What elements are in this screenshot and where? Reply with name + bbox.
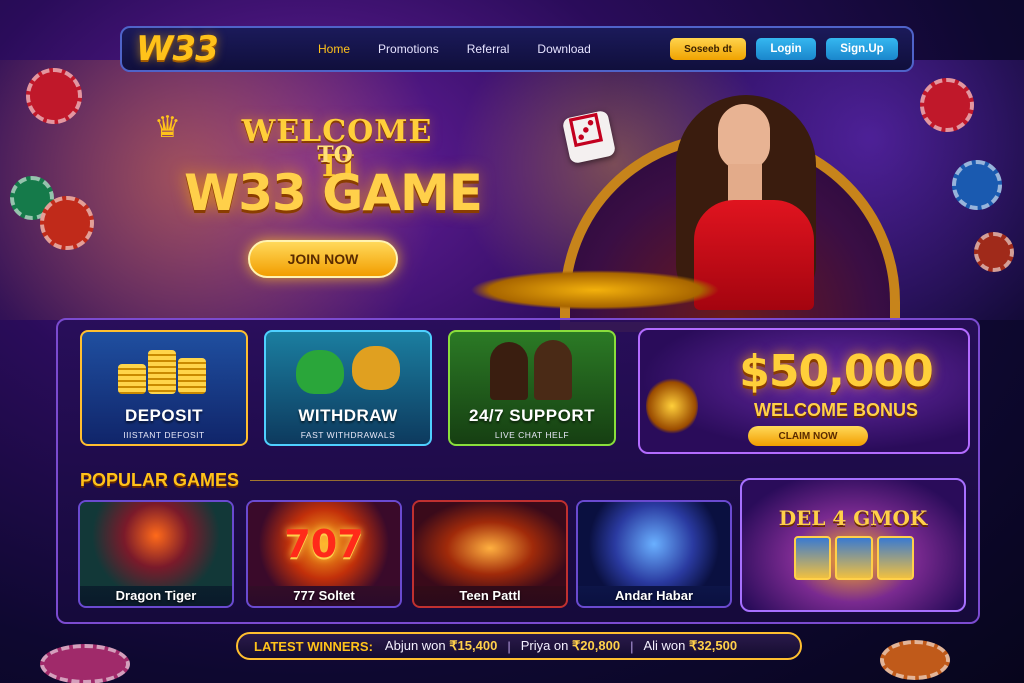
casino-chip-icon bbox=[880, 640, 950, 680]
support-card[interactable]: 24/7 SUPPORT LIVE CHAT HELF bbox=[448, 330, 616, 446]
teen-patti-thumbnail bbox=[414, 502, 566, 586]
join-now-button[interactable]: JOIN NOW bbox=[248, 240, 398, 278]
featured-slot-title: DEL 4 GMOK bbox=[778, 506, 928, 530]
deposit-title: DEPOSIT bbox=[124, 406, 204, 425]
winner-amount: ₹15,400 bbox=[449, 638, 498, 653]
withdraw-title: WITHDRAW bbox=[298, 406, 398, 425]
casino-chip-icon bbox=[952, 160, 1002, 210]
coin-stack-icon bbox=[82, 332, 246, 402]
nav-download-link[interactable]: Download bbox=[537, 42, 590, 56]
top-navbar: W33 Home Promotions Referral Download So… bbox=[120, 26, 914, 72]
winner-entry: Abjun won ₹15,400 bbox=[385, 638, 497, 654]
slot-reel bbox=[835, 536, 873, 580]
bonus-label: WELCOME BONUS bbox=[754, 400, 918, 420]
nav-actions: Soseeb dt Login Sign.Up bbox=[670, 38, 898, 60]
latest-winners-ticker: LATEST WINNERS: Abjun won ₹15,400 | Priy… bbox=[236, 632, 802, 660]
dice-icon bbox=[561, 109, 617, 165]
game-name: Andar Habar bbox=[614, 588, 694, 603]
game-card-teen-patti[interactable]: Teen Pattl bbox=[412, 500, 568, 608]
game-name: Teen Pattl bbox=[459, 588, 521, 603]
winner-text: Priya on bbox=[520, 638, 569, 653]
winner-entry: Priya on ₹20,800 bbox=[521, 638, 620, 654]
withdraw-subtitle: FAST WITHDRAWALS bbox=[300, 430, 396, 440]
game-card-andar-bahar[interactable]: Andar Habar bbox=[576, 500, 732, 608]
welcome-bonus-card[interactable]: $50,000 WELCOME BONUS CLAIM NOW bbox=[638, 328, 970, 454]
deposit-subtitle: IIISTANT DEFOSIT bbox=[123, 430, 205, 440]
winner-amount: ₹20,800 bbox=[572, 638, 621, 653]
money-bag-icon bbox=[266, 332, 430, 402]
withdraw-card[interactable]: WITHDRAW FAST WITHDRAWALS bbox=[264, 330, 432, 446]
casino-chip-icon bbox=[40, 644, 130, 683]
winner-text: Ali won bbox=[643, 638, 686, 653]
main-nav: Home Promotions Referral Download bbox=[318, 42, 619, 56]
support-subtitle: LIVE CHAT HELF bbox=[494, 430, 570, 440]
bonus-amount: $50,000 bbox=[739, 346, 933, 397]
gold-coins-art bbox=[470, 270, 720, 310]
game-card-dragon-tiger[interactable]: Dragon Tiger bbox=[78, 500, 234, 608]
winner-entry: Ali won ₹32,500 bbox=[643, 638, 737, 654]
hero-model-face bbox=[718, 104, 770, 170]
slot-reels bbox=[794, 536, 914, 580]
featured-slot-card[interactable]: DEL 4 GMOK bbox=[740, 478, 966, 612]
casino-chip-icon bbox=[974, 232, 1014, 272]
signup-button[interactable]: Sign.Up bbox=[826, 38, 898, 60]
popular-games-title: POPULAR GAMES bbox=[80, 470, 240, 490]
nav-referral-link[interactable]: Referral bbox=[467, 42, 510, 56]
crown-icon: ♛ bbox=[154, 111, 181, 144]
slot-reel bbox=[794, 536, 832, 580]
hero-game-title: W33 GAME bbox=[184, 164, 483, 222]
slot-reel bbox=[876, 536, 914, 580]
andar-bahar-thumbnail bbox=[578, 502, 730, 586]
casino-chip-icon bbox=[26, 68, 82, 124]
brand-logo[interactable]: W33 bbox=[136, 29, 296, 69]
game-name: Dragon Tiger bbox=[115, 588, 197, 603]
casino-chip-icon bbox=[920, 78, 974, 132]
support-agents-icon bbox=[450, 332, 614, 402]
casino-chip-icon bbox=[40, 196, 94, 250]
ticker-separator: | bbox=[507, 638, 511, 654]
game-card-777[interactable]: 707 777 Soltet bbox=[246, 500, 402, 608]
slot-777-thumbnail: 707 bbox=[248, 502, 400, 586]
dragon-tiger-thumbnail bbox=[80, 502, 232, 586]
game-name: 777 Soltet bbox=[293, 588, 355, 603]
winner-text: Abjun won bbox=[384, 638, 446, 653]
nav-promotions-link[interactable]: Promotions bbox=[378, 42, 439, 56]
slot-777-art-text: 707 bbox=[284, 522, 364, 566]
deposit-card[interactable]: DEPOSIT IIISTANT DEFOSIT bbox=[80, 330, 248, 446]
winners-label: LATEST WINNERS: bbox=[254, 638, 373, 654]
support-title: 24/7 SUPPORT bbox=[469, 406, 595, 425]
treasure-icon bbox=[646, 376, 698, 436]
ticker-separator: | bbox=[630, 638, 634, 654]
select-button[interactable]: Soseeb dt bbox=[670, 38, 746, 60]
login-button[interactable]: Login bbox=[756, 38, 816, 60]
claim-now-button[interactable]: CLAIM NOW bbox=[748, 426, 868, 446]
nav-home-link[interactable]: Home bbox=[318, 42, 350, 56]
winner-amount: ₹32,500 bbox=[689, 638, 738, 653]
